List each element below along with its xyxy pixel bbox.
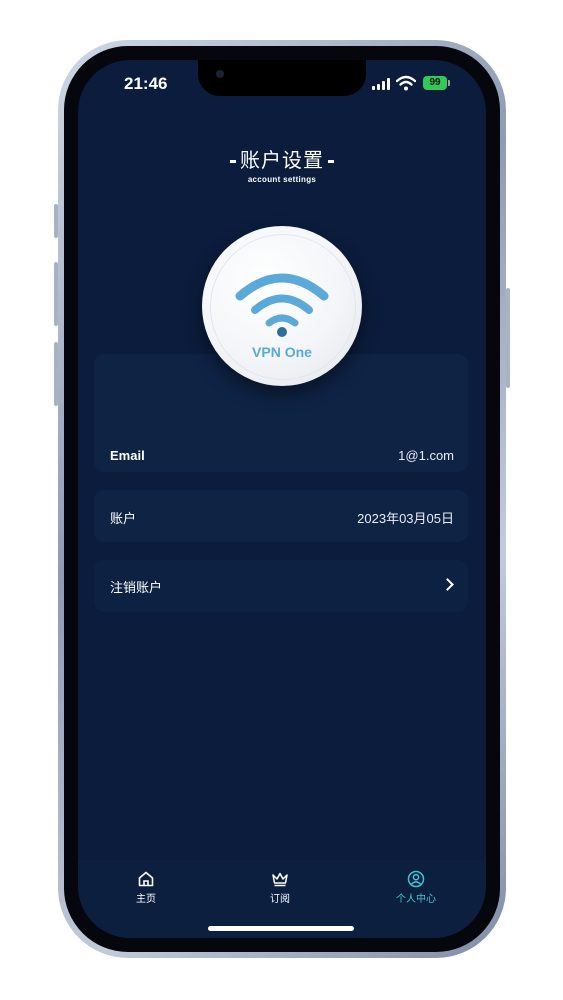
app-logo: VPN One <box>202 226 362 386</box>
account-card: 账户 2023年03月05日 <box>94 490 468 542</box>
wifi-icon <box>235 273 329 337</box>
chevron-right-icon <box>441 578 454 591</box>
home-indicator[interactable] <box>208 926 354 931</box>
delete-account-button[interactable]: 注销账户 <box>94 560 468 612</box>
tab-subscribe[interactable]: 订阅 <box>240 870 320 905</box>
page-title: 账户设置 <box>240 148 324 172</box>
delete-account-label: 注销账户 <box>110 580 163 595</box>
account-label: 账户 <box>110 511 137 526</box>
logo-text: VPN One <box>252 344 312 360</box>
page-header: 账户设置 account settings <box>78 144 486 184</box>
title-dash-right <box>328 160 334 163</box>
status-time: 21:46 <box>124 74 168 93</box>
page-subtitle: account settings <box>247 175 317 184</box>
tab-profile-label: 个人中心 <box>396 894 436 905</box>
front-camera <box>216 70 224 78</box>
tab-profile[interactable]: 个人中心 <box>376 870 456 905</box>
tab-subscribe-label: 订阅 <box>270 894 290 905</box>
account-date: 2023年03月05日 <box>357 511 454 526</box>
home-icon <box>138 871 154 887</box>
crown-icon <box>272 872 288 887</box>
user-icon <box>407 870 425 888</box>
page-title-row: 账户设置 <box>78 144 486 173</box>
power-button <box>506 288 510 388</box>
cellular-signal-icon <box>372 78 392 90</box>
phone-screen: 21:46 99 账户设置 account settings Email 1@1… <box>78 60 486 938</box>
battery-icon: 99 <box>423 76 447 90</box>
wifi-status-icon <box>396 75 416 91</box>
tab-home[interactable]: 主页 <box>106 870 186 905</box>
email-value: 1@1.com <box>398 448 454 463</box>
battery-tip <box>448 80 450 86</box>
email-label: Email <box>110 448 145 463</box>
title-dash-left <box>230 160 236 163</box>
notch <box>198 60 366 96</box>
tab-home-label: 主页 <box>136 894 156 905</box>
